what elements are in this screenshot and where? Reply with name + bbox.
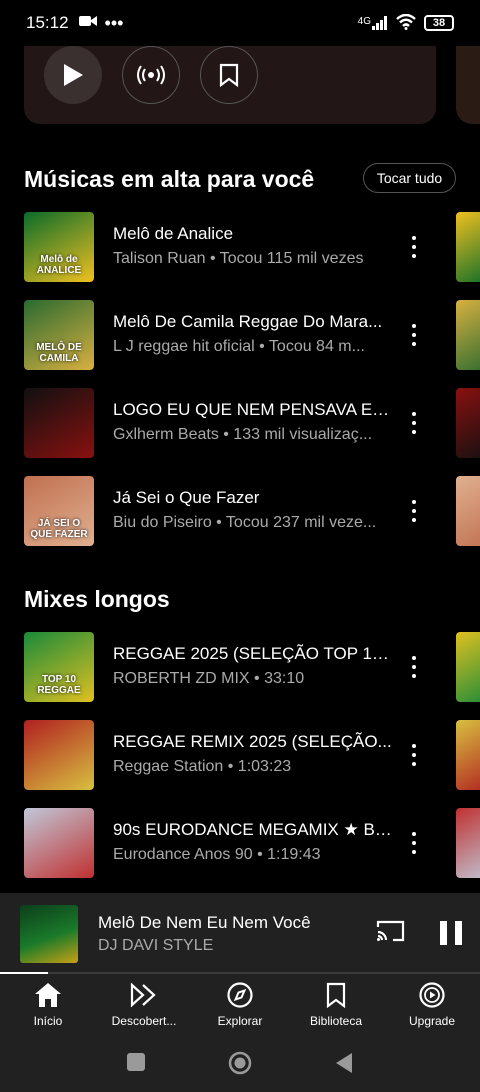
track-thumbnail: TOP 10 REGGAE — [24, 632, 94, 702]
next-column-peek — [456, 808, 480, 878]
system-nav-bar — [0, 1034, 480, 1092]
nav-upgrade[interactable]: Upgrade — [384, 982, 480, 1028]
track-subtitle: Reggae Station • 1:03:23 — [113, 758, 292, 775]
next-card-peek — [456, 46, 480, 124]
section-title-trending: Músicas em alta para você — [24, 166, 315, 192]
back-icon[interactable] — [334, 1052, 354, 1079]
more-options-icon[interactable] — [404, 652, 424, 682]
next-column-peek — [456, 632, 480, 702]
next-column-peek — [456, 212, 480, 282]
track-title: REGGAE REMIX 2025 (SELEÇÃO... — [113, 732, 392, 751]
pause-button[interactable] — [440, 921, 462, 945]
camera-icon — [78, 13, 97, 33]
track-title: REGGAE 2025 (SELEÇÃO TOP 10)... — [113, 644, 393, 663]
play-all-button[interactable]: Tocar tudo — [363, 163, 456, 193]
wifi-icon — [396, 13, 416, 33]
track-thumbnail: MELÔ DE CAMILA — [24, 300, 94, 370]
next-column-peek — [456, 476, 480, 546]
more-notifications-icon: ••• — [104, 12, 124, 33]
track-subtitle: Eurodance Anos 90 • 1:19:43 — [113, 846, 321, 863]
compass-icon — [227, 982, 253, 1008]
upgrade-icon — [419, 982, 445, 1008]
track-title: Já Sei o Que Fazer — [113, 488, 260, 507]
list-item[interactable]: 90s EURODANCE MEGAMIX ★ Be... Eurodance A… — [24, 808, 480, 878]
radio-button[interactable] — [122, 46, 180, 104]
track-subtitle: Biu do Piseiro • Tocou 237 mil veze... — [113, 514, 377, 531]
more-options-icon[interactable] — [404, 828, 424, 858]
nav-explore[interactable]: Explorar — [192, 982, 288, 1028]
list-item[interactable]: Melô de ANALICE Melô de Analice Talison Ru… — [24, 212, 480, 282]
track-subtitle: ROBERTH ZD MIX • 33:10 — [113, 670, 305, 687]
home-icon — [35, 983, 61, 1007]
list-item[interactable]: MELÔ DE CAMILA Melô De Camila Reggae Do M… — [24, 300, 480, 370]
track-subtitle: Talison Ruan • Tocou 115 mil vezes — [113, 250, 364, 267]
library-icon — [326, 982, 346, 1008]
mini-player[interactable]: Melô De Nem Eu Nem Você DJ DAVI STYLE — [0, 893, 480, 973]
play-button[interactable] — [44, 46, 102, 104]
cast-icon[interactable] — [376, 919, 406, 948]
track-title: LOGO EU QUE NEM PENSAVA EU... — [113, 400, 393, 419]
nav-library[interactable]: Biblioteca — [288, 982, 384, 1028]
track-thumbnail — [24, 720, 94, 790]
list-item[interactable]: LOGO EU QUE NEM PENSAVA EU... Gxlherm Bea… — [24, 388, 480, 458]
more-options-icon[interactable] — [404, 408, 424, 438]
section-title-long-mixes: Mixes longos — [24, 586, 170, 612]
track-subtitle: Gxlherm Beats • 133 mil visualizaç... — [113, 426, 373, 443]
track-thumbnail — [24, 808, 94, 878]
track-title: Melô de Analice — [113, 224, 234, 243]
nav-home[interactable]: Início — [0, 982, 96, 1028]
track-title: Melô De Camila Reggae Do Mara... — [113, 312, 383, 331]
save-button[interactable] — [200, 46, 258, 104]
home-system-icon[interactable] — [228, 1051, 252, 1080]
more-options-icon[interactable] — [404, 740, 424, 770]
status-bar: 15:12 ••• 4G 38 — [0, 0, 480, 46]
track-thumbnail: Melô de ANALICE — [24, 212, 94, 282]
mini-player-title: Melô De Nem Eu Nem Você — [98, 913, 311, 932]
track-thumbnail — [24, 388, 94, 458]
track-subtitle: L J reggae hit oficial • Tocou 84 m... — [113, 338, 365, 355]
next-column-peek — [456, 720, 480, 790]
more-options-icon[interactable] — [404, 496, 424, 526]
play-icon — [64, 64, 83, 86]
signal-icon: 4G — [358, 16, 388, 30]
list-item[interactable]: JÁ SEI O QUE FAZER Já Sei o Que Fazer Biu … — [24, 476, 480, 546]
list-item[interactable]: TOP 10 REGGAE REGGAE 2025 (SELEÇÃO TOP 10… — [24, 632, 480, 702]
radio-icon — [137, 65, 165, 85]
bookmark-icon — [219, 63, 239, 87]
list-item[interactable]: REGGAE REMIX 2025 (SELEÇÃO... Reggae Stat… — [24, 720, 480, 790]
mini-player-artwork — [20, 905, 78, 963]
mini-player-artist: DJ DAVI STYLE — [98, 937, 214, 954]
more-options-icon[interactable] — [404, 320, 424, 350]
status-time: 15:12 — [26, 13, 69, 32]
more-options-icon[interactable] — [404, 232, 424, 262]
battery-icon: 38 — [424, 15, 454, 31]
next-column-peek — [456, 388, 480, 458]
recents-icon[interactable] — [127, 1053, 145, 1071]
discover-icon — [130, 982, 156, 1008]
next-column-peek — [456, 300, 480, 370]
track-thumbnail: JÁ SEI O QUE FAZER — [24, 476, 94, 546]
nav-discover[interactable]: Descobert... — [96, 982, 192, 1028]
track-title: 90s EURODANCE MEGAMIX ★ Be... — [113, 820, 393, 839]
bottom-nav: Início Descobert... Explorar Biblioteca … — [0, 974, 480, 1034]
